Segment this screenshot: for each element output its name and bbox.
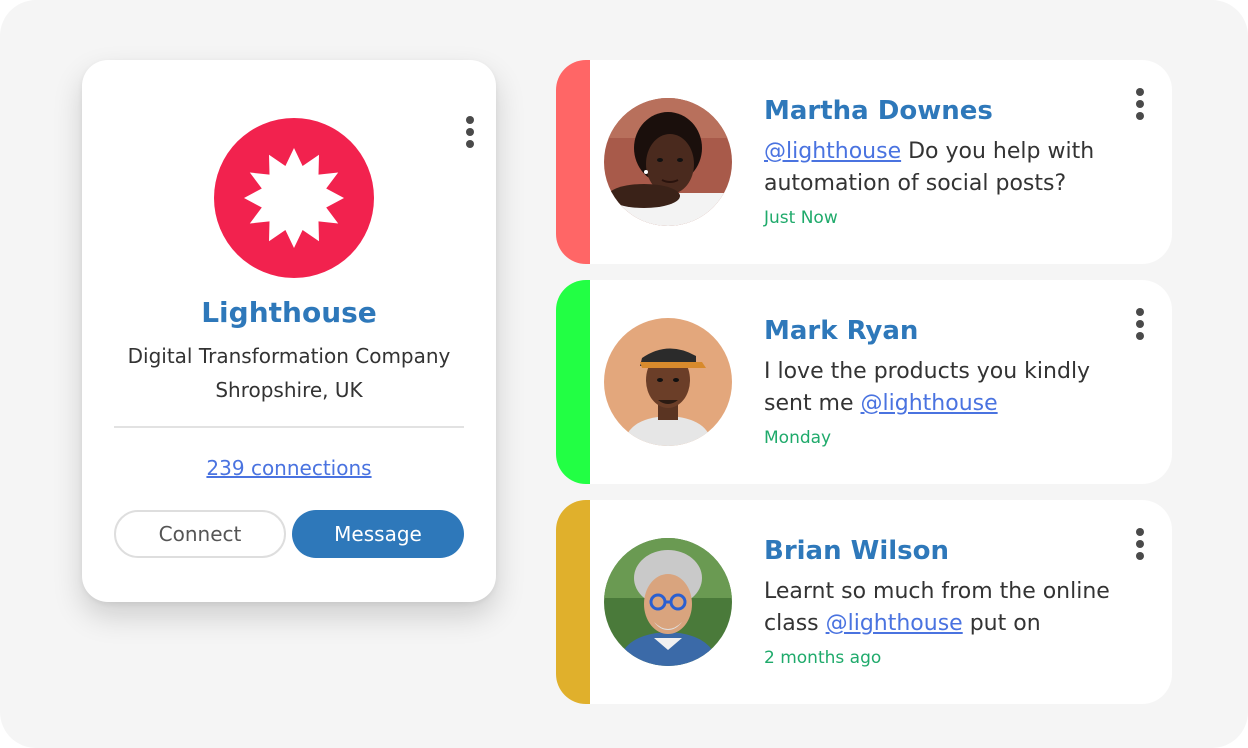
company-description: Digital Transformation Company: [127, 344, 451, 368]
profile-card: Lighthouse Digital Transformation Compan…: [82, 60, 496, 602]
connect-button[interactable]: Connect: [114, 510, 286, 558]
sender-name[interactable]: Mark Ryan: [764, 316, 918, 346]
message-time: 2 months ago: [764, 648, 882, 668]
lighthouse-logo: [214, 118, 374, 278]
company-name: Lighthouse: [201, 296, 377, 329]
more-options-icon[interactable]: [1135, 528, 1145, 560]
more-options-icon[interactable]: [465, 116, 475, 148]
accent-bar: [556, 500, 590, 704]
message-card[interactable]: Brian Wilson Learnt so much from the onl…: [556, 500, 1172, 704]
message-card[interactable]: Martha Downes @lighthouse Do you help wi…: [556, 60, 1172, 264]
more-options-icon[interactable]: [1135, 88, 1145, 120]
sender-name[interactable]: Martha Downes: [764, 96, 993, 126]
company-location: Shropshire, UK: [215, 378, 363, 402]
accent-bar: [556, 280, 590, 484]
mention-link[interactable]: @lighthouse: [861, 391, 998, 416]
app-frame: Lighthouse Digital Transformation Compan…: [0, 0, 1248, 748]
avatar[interactable]: [604, 538, 732, 666]
mention-link[interactable]: @lighthouse: [764, 139, 901, 164]
mention-link[interactable]: @lighthouse: [826, 611, 963, 636]
message-text: Learnt so much from the online class @li…: [764, 576, 1134, 640]
message-button[interactable]: Message: [292, 510, 464, 558]
more-options-icon[interactable]: [1135, 308, 1145, 340]
message-time: Just Now: [764, 208, 838, 228]
avatar[interactable]: [604, 318, 732, 446]
message-text-after: put on: [962, 611, 1041, 636]
divider: [114, 426, 464, 428]
avatar[interactable]: [604, 98, 732, 226]
starburst-icon: [244, 148, 344, 248]
message-text: @lighthouse Do you help with automation …: [764, 136, 1134, 200]
message-time: Monday: [764, 428, 832, 448]
sender-name[interactable]: Brian Wilson: [764, 536, 949, 566]
message-card[interactable]: Mark Ryan I love the products you kindly…: [556, 280, 1172, 484]
accent-bar: [556, 60, 590, 264]
message-text: I love the products you kindly sent me @…: [764, 356, 1134, 420]
connections-link[interactable]: 239 connections: [82, 456, 496, 480]
